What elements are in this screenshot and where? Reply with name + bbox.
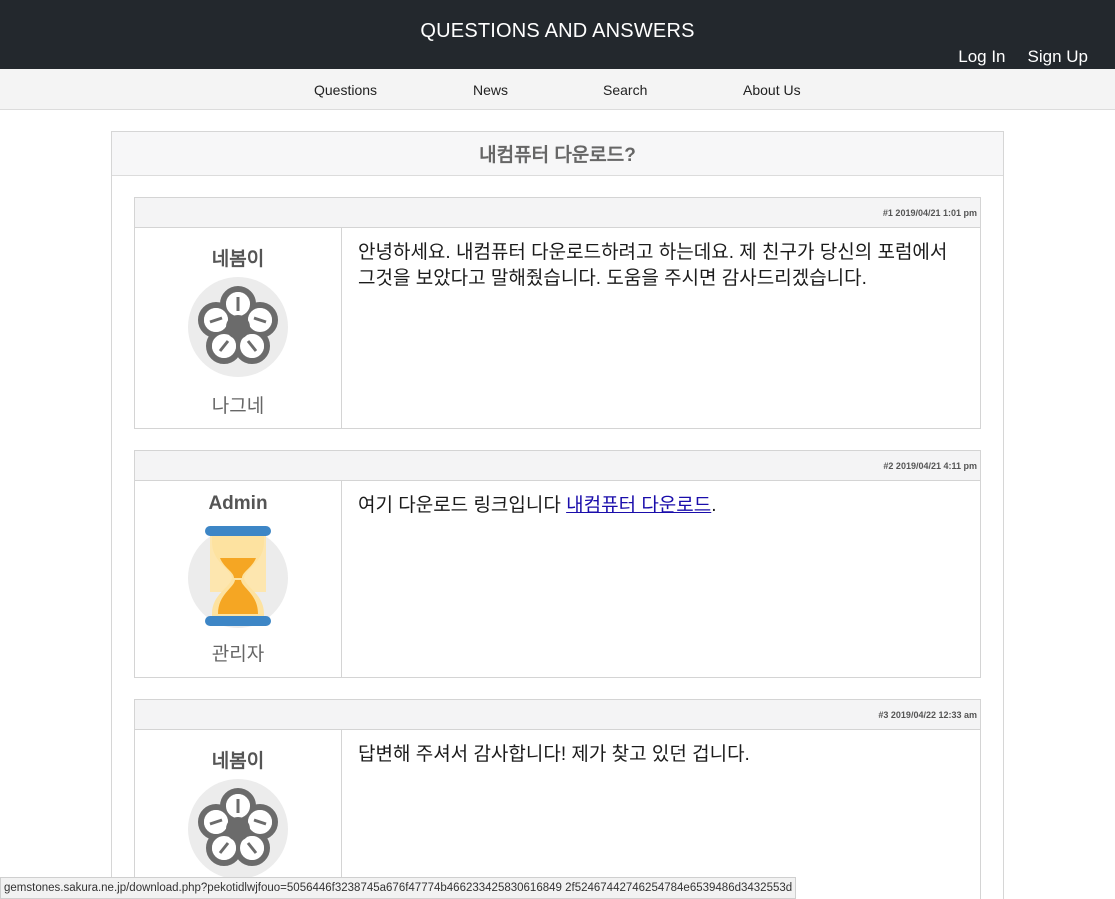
main-nav: Questions News Search About Us — [0, 69, 1115, 110]
site-title[interactable]: QUESTIONS AND ANSWERS — [0, 20, 1115, 43]
post-text: 여기 다운로드 링크입니다 — [358, 495, 567, 516]
post-body: 네봄이 — [135, 730, 980, 899]
post-meta[interactable]: #2 2019/04/21 4:11 pm — [883, 461, 977, 471]
browser-status-bar: gemstones.sakura.ne.jp/download.php?peko… — [0, 877, 797, 899]
nav-questions[interactable]: Questions — [314, 82, 377, 98]
post-1: #1 2019/04/21 1:01 pm 네봄이 나그네 안녕하세요. 내컴퓨… — [134, 197, 981, 429]
thread-panel: 내컴퓨터 다운로드? #1 2019/04/21 1:01 pm 네봄이 나그네… — [111, 131, 1004, 899]
post-body: Admin 관리자 여기 다운로드 링크입니다 내컴퓨터 다운로드. — [135, 481, 980, 677]
top-header: QUESTIONS AND ANSWERS Log In Sign Up — [0, 0, 1115, 69]
auth-links: Log In Sign Up — [958, 47, 1088, 67]
author-panel: Admin 관리자 — [135, 481, 342, 677]
thread-title: 내컴퓨터 다운로드? — [479, 145, 636, 166]
post-text: 안녕하세요. 내컴퓨터 다운로드하려고 하는데요. 제 친구가 당신의 포럼에서… — [358, 242, 948, 289]
post-body: 네봄이 — [135, 228, 980, 428]
post-2: #2 2019/04/21 4:11 pm Admin 관리자 여기 다운로드 … — [134, 450, 981, 678]
thread-header: 내컴퓨터 다운로드? — [112, 132, 1003, 176]
author-name[interactable]: 네봄이 — [135, 244, 341, 271]
author-name[interactable]: Admin — [135, 493, 341, 515]
signup-link[interactable]: Sign Up — [1028, 47, 1088, 67]
author-role: 관리자 — [211, 644, 265, 665]
post-header: #2 2019/04/21 4:11 pm — [135, 451, 980, 481]
post-meta[interactable]: #1 2019/04/21 1:01 pm — [883, 208, 977, 218]
post-text: 답변해 주셔서 감사합니다! 제가 찾고 있던 겁니다. — [358, 744, 750, 765]
download-link[interactable]: 내컴퓨터 다운로드 — [566, 495, 711, 516]
hourglass-icon — [188, 526, 288, 628]
flower-icon — [188, 779, 288, 879]
author-role: 나그네 — [211, 396, 265, 417]
author-panel: 네봄이 — [135, 228, 342, 428]
post-content: 답변해 주셔서 감사합니다! 제가 찾고 있던 겁니다. — [342, 730, 980, 899]
login-link[interactable]: Log In — [958, 47, 1005, 67]
post-header: #1 2019/04/21 1:01 pm — [135, 198, 980, 228]
post-text-end: . — [711, 495, 717, 516]
nav-search[interactable]: Search — [603, 82, 647, 98]
nav-news[interactable]: News — [473, 82, 508, 98]
author-panel: 네봄이 — [135, 730, 342, 899]
post-header: #3 2019/04/22 12:33 am — [135, 700, 980, 730]
nav-about[interactable]: About Us — [743, 82, 801, 98]
post-meta[interactable]: #3 2019/04/22 12:33 am — [878, 710, 977, 720]
post-content: 여기 다운로드 링크입니다 내컴퓨터 다운로드. — [342, 481, 980, 677]
flower-icon — [188, 277, 288, 377]
author-name[interactable]: 네봄이 — [135, 746, 341, 773]
post-content: 안녕하세요. 내컴퓨터 다운로드하려고 하는데요. 제 친구가 당신의 포럼에서… — [342, 228, 980, 428]
post-3: #3 2019/04/22 12:33 am 네봄이 답변해 주셔서 감사합니다… — [134, 699, 981, 899]
